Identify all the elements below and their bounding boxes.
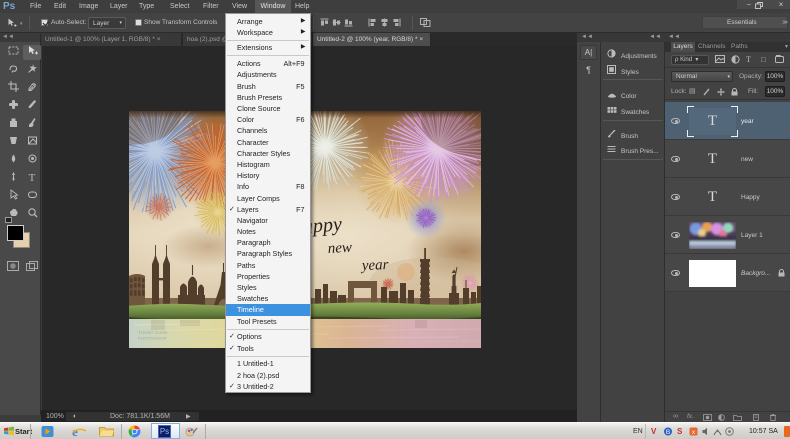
- svg-text:B: B: [666, 429, 670, 436]
